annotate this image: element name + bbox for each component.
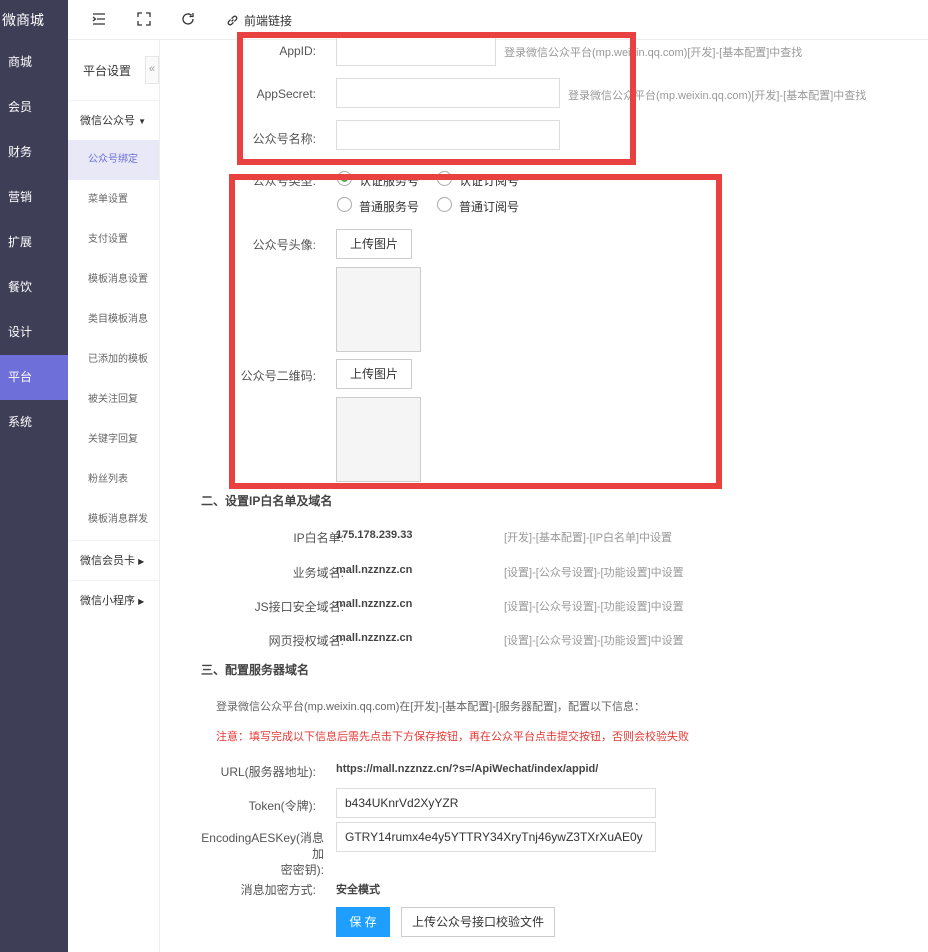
link-icon bbox=[227, 15, 238, 25]
caret-right-icon: ▶ bbox=[138, 557, 145, 566]
aes-key-label-line1: EncodingAESKey(消息加 bbox=[201, 831, 324, 861]
radio-certified-service[interactable] bbox=[337, 171, 352, 186]
radio-certified-subscription[interactable] bbox=[437, 171, 452, 186]
account-name-input[interactable] bbox=[336, 120, 560, 150]
upload-qrcode-button[interactable]: 上传图片 bbox=[336, 359, 412, 389]
server-warning-text: 注意：填写完成以下信息后需先点击下方保存按钮，再在公众平台点击提交按钮，否则会校… bbox=[216, 731, 689, 743]
secondary-sidebar: 平台设置 « 微信公众号 ▼ 公众号绑定 菜单设置 支付设置 模板消息设置 类目… bbox=[68, 40, 160, 952]
refresh-icon[interactable] bbox=[181, 12, 195, 28]
nav-item-marketing[interactable]: 营销 bbox=[0, 175, 68, 220]
server-url-label: URL(服务器地址): bbox=[220, 765, 316, 779]
business-domain-label: 业务域名: bbox=[292, 566, 344, 580]
nav-item-platform[interactable]: 平台 bbox=[0, 355, 68, 400]
appsecret-hint: 登录微信公众平台(mp.weixin.qq.com)[开发]-[基本配置]中查找 bbox=[568, 90, 867, 102]
upload-avatar-button[interactable]: 上传图片 bbox=[336, 229, 412, 259]
upload-verify-file-button[interactable]: 上传公众号接口校验文件 bbox=[401, 907, 555, 937]
token-label: Token(令牌): bbox=[248, 799, 316, 813]
nav-item-member[interactable]: 会员 bbox=[0, 85, 68, 130]
oauth-domain-value: mall.nzznzz.cn bbox=[336, 632, 413, 644]
brand-logo: 微商城 bbox=[2, 12, 44, 28]
encryption-mode-label: 消息加密方式: bbox=[240, 883, 316, 897]
nav-item-system[interactable]: 系统 bbox=[0, 400, 68, 445]
caret-right-icon: ▶ bbox=[138, 597, 145, 606]
collapse-sidebar-button[interactable]: « bbox=[145, 56, 159, 84]
main-sidebar: 微商城 商城 会员 财务 营销 扩展 餐饮 设计 平台 系统 bbox=[0, 0, 68, 952]
sub-template-broadcast[interactable]: 模板消息群发 bbox=[68, 500, 159, 540]
qrcode-label: 公众号二维码: bbox=[240, 369, 316, 383]
sub-pay-settings[interactable]: 支付设置 bbox=[68, 220, 159, 260]
aes-key-label: EncodingAESKey(消息加 密密钥): bbox=[191, 830, 324, 878]
sub-template-settings[interactable]: 模板消息设置 bbox=[68, 260, 159, 300]
radio-normal-service-label: 普通服务号 bbox=[359, 200, 420, 214]
appid-input[interactable] bbox=[336, 36, 496, 66]
server-url-value: https://mall.nzznzz.cn/?s=/ApiWechat/ind… bbox=[336, 763, 599, 775]
sub-bind-account[interactable]: 公众号绑定 bbox=[68, 140, 159, 180]
sub-menu-settings[interactable]: 菜单设置 bbox=[68, 180, 159, 220]
radio-certified-subscription-label: 认证订阅号 bbox=[459, 174, 520, 188]
token-input[interactable]: b434UKnrVd2XyYZR bbox=[336, 788, 656, 818]
business-domain-note: [设置]-[公众号设置]-[功能设置]中设置 bbox=[504, 567, 684, 579]
group-mini-program[interactable]: 微信小程序 ▶ bbox=[68, 580, 159, 620]
avatar-label: 公众号头像: bbox=[252, 238, 316, 252]
encryption-mode-value: 安全模式 bbox=[336, 884, 380, 896]
group-wechat-official[interactable]: 微信公众号 ▼ bbox=[68, 100, 159, 140]
radio-normal-subscription-label: 普通订阅号 bbox=[459, 200, 520, 214]
group-wechat-label: 微信公众号 bbox=[80, 115, 135, 127]
group-card-label: 微信会员卡 bbox=[80, 555, 135, 567]
sub-follow-reply[interactable]: 被关注回复 bbox=[68, 380, 159, 420]
js-domain-label: JS接口安全域名: bbox=[254, 600, 344, 614]
avatar-preview bbox=[336, 267, 421, 352]
sub-category-template[interactable]: 类目模板消息 bbox=[68, 300, 159, 340]
business-domain-value: mall.nzznzz.cn bbox=[336, 564, 413, 576]
sub-added-templates[interactable]: 已添加的模板 bbox=[68, 340, 159, 380]
oauth-domain-label: 网页授权域名: bbox=[268, 634, 344, 648]
qrcode-preview bbox=[336, 397, 421, 482]
group-mini-label: 微信小程序 bbox=[80, 595, 135, 607]
nav-item-design[interactable]: 设计 bbox=[0, 310, 68, 355]
nav-item-catering[interactable]: 餐饮 bbox=[0, 265, 68, 310]
group-wechat-card[interactable]: 微信会员卡 ▶ bbox=[68, 540, 159, 580]
account-type-label: 公众号类型: bbox=[252, 174, 316, 188]
ip-whitelist-note: [开发]-[基本配置]-[IP白名单]中设置 bbox=[504, 532, 673, 544]
sub-fans-list[interactable]: 粉丝列表 bbox=[68, 460, 159, 500]
radio-certified-service-label: 认证服务号 bbox=[359, 174, 420, 188]
appid-label: AppID: bbox=[279, 44, 316, 58]
section-server-title: 三、配置服务器域名 bbox=[201, 663, 310, 677]
sub-keyword-reply[interactable]: 关键字回复 bbox=[68, 420, 159, 460]
appsecret-input[interactable] bbox=[336, 78, 560, 108]
menu-fold-icon[interactable] bbox=[92, 12, 106, 28]
top-toolbar: 前端链接 bbox=[68, 0, 928, 40]
js-domain-note: [设置]-[公众号设置]-[功能设置]中设置 bbox=[504, 601, 684, 613]
aes-key-label-line2: 密密钥): bbox=[280, 863, 324, 877]
aes-key-input[interactable]: GTRY14rumx4e4y5YTTRY34XryTnj46ywZ3TXrXuA… bbox=[336, 822, 656, 852]
frontend-link-label: 前端链接 bbox=[244, 13, 293, 28]
nav-item-mall[interactable]: 商城 bbox=[0, 40, 68, 85]
server-intro-text: 登录微信公众平台(mp.weixin.qq.com)在[开发]-[基本配置]-[… bbox=[216, 701, 646, 713]
caret-down-icon: ▼ bbox=[138, 117, 146, 126]
ip-whitelist-value: 175.178.239.33 bbox=[336, 529, 413, 541]
main-content: AppID: 登录微信公众平台(mp.weixin.qq.com)[开发]-[基… bbox=[161, 36, 928, 952]
radio-normal-subscription[interactable] bbox=[437, 197, 452, 212]
appsecret-label: AppSecret: bbox=[256, 87, 316, 101]
section-ip-domain-title: 二、设置IP白名单及域名 bbox=[201, 494, 333, 508]
js-domain-value: mall.nzznzz.cn bbox=[336, 598, 413, 610]
fullscreen-icon[interactable] bbox=[137, 12, 151, 28]
frontend-link-button[interactable]: 前端链接 bbox=[226, 12, 292, 28]
save-button[interactable]: 保 存 bbox=[336, 907, 390, 937]
ip-whitelist-label: IP白名单: bbox=[293, 531, 344, 545]
nav-item-extend[interactable]: 扩展 bbox=[0, 220, 68, 265]
account-name-label: 公众号名称: bbox=[252, 132, 316, 146]
oauth-domain-note: [设置]-[公众号设置]-[功能设置]中设置 bbox=[504, 635, 684, 647]
appid-hint: 登录微信公众平台(mp.weixin.qq.com)[开发]-[基本配置]中查找 bbox=[504, 47, 803, 59]
radio-normal-service[interactable] bbox=[337, 197, 352, 212]
nav-item-finance[interactable]: 财务 bbox=[0, 130, 68, 175]
